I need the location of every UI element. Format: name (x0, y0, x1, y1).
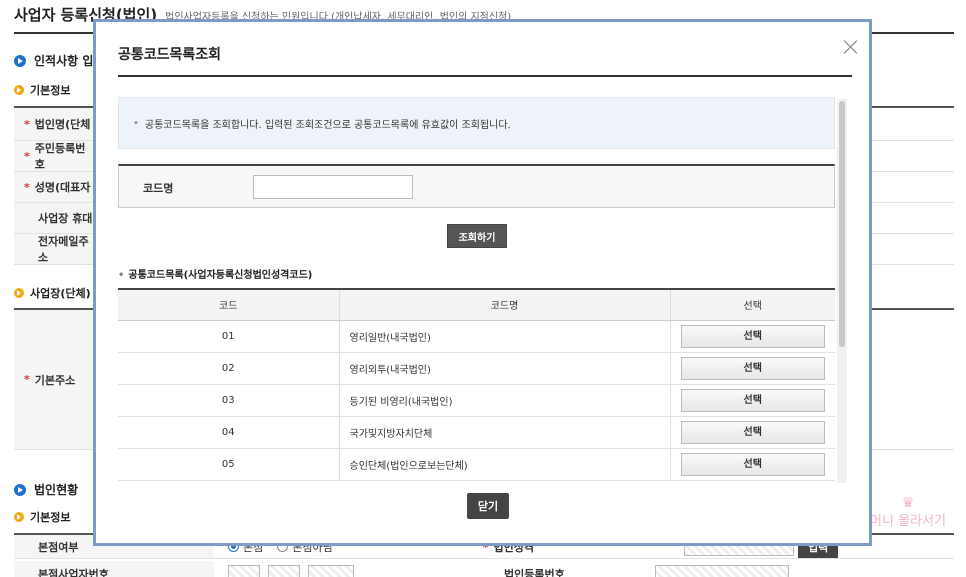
crown-icon: ♛ (901, 495, 915, 511)
modal-scroll-area: • 공통코드목록을 조회합니다. 입력된 조회조건으로 공통코드목록에 유효값이… (118, 97, 852, 481)
cell-code (118, 480, 339, 481)
subsection-title: 기본정보 (30, 511, 71, 524)
select-button[interactable]: 선택 (680, 388, 825, 412)
cell-select: 선택 (669, 480, 835, 481)
select-button[interactable]: 선택 (680, 420, 825, 444)
column-header-code-name: 코드명 (338, 288, 670, 321)
form-label-text: 법인명(단체 (34, 118, 91, 131)
form-label-text: 성명(대표자 (34, 181, 91, 194)
select-button[interactable]: 선택 (680, 356, 825, 380)
cell-code: 05 (118, 448, 339, 481)
list-title-text: 공통코드목록(사업자등록신청법인성격코드) (128, 270, 313, 281)
section-bullet-icon (14, 483, 26, 496)
section-bullet-icon (14, 54, 26, 67)
subsection-basic-info: 기본정보 (14, 82, 70, 98)
cell-select: 선택 (669, 320, 835, 353)
cell-code-name: 승인단체(법인으로보는단체) (338, 448, 670, 481)
cell-select: 선택 (669, 416, 835, 449)
watermark-logo: ♛ 머니 올라서기 (858, 496, 958, 536)
form-label-text: 전자메일주소 (38, 235, 89, 264)
cell-code: 04 (118, 416, 339, 449)
code-name-input[interactable] (253, 175, 413, 199)
cell-select: 선택 (669, 352, 835, 385)
form-row-biz-no: 본점사업자번호 법인등록번호 (14, 561, 954, 577)
form-label: * 기본주소 (14, 310, 94, 449)
table-row: 04 국가및지방자치단체 선택 (118, 416, 835, 449)
cell-code-name: 등기된 비영리(내국법인) (338, 384, 670, 417)
form-label: 전자메일주소 (14, 234, 94, 264)
select-button[interactable]: 선택 (680, 452, 825, 476)
watermark-text: 머니 올라서기 (870, 514, 946, 529)
subsection-title: 사업장(단체) (30, 287, 91, 300)
table-header-row: 코드 코드명 선택 (118, 288, 835, 321)
subsection-bullet-icon (14, 288, 24, 298)
modal-title: 공통코드목록조회 (118, 47, 222, 63)
subsection-basic-info-2: 기본정보 (14, 509, 70, 525)
subsection-bullet-icon (14, 85, 24, 95)
cell-select: 선택 (669, 384, 835, 417)
column-header-code: 코드 (118, 288, 339, 321)
section-corporation-status: 법인현황 (14, 481, 78, 498)
form-label: * 성명(대표자 (14, 172, 94, 202)
subsection-title: 기본정보 (30, 84, 71, 97)
section-title: 법인현황 (34, 483, 79, 497)
biz-no-field-1[interactable] (228, 564, 260, 577)
required-mark: * (24, 149, 30, 163)
search-label: 코드명 (143, 182, 174, 195)
form-label-text: 사업장 휴대 (38, 212, 93, 225)
cell-code: 03 (118, 384, 339, 417)
info-text: 공통코드목록을 조회합니다. 입력된 조회조건으로 공통코드목록에 유효값이 조… (144, 119, 511, 131)
info-box: • 공통코드목록을 조회합니다. 입력된 조회조건으로 공통코드목록에 유효값이… (118, 97, 835, 149)
section-title: 인적사항 입 (34, 54, 94, 68)
close-button[interactable]: 닫기 (467, 493, 509, 519)
code-table: 코드 코드명 선택 01 영리일반(내국법인) 선택 02 영리외투(내국법인)… (118, 288, 835, 481)
bullet-icon: • (118, 270, 125, 281)
required-mark: * (24, 373, 30, 386)
scrollbar-thumb[interactable] (839, 101, 845, 347)
subsection-bullet-icon (14, 512, 24, 522)
table-row: 03 등기된 비영리(내국법인) 선택 (118, 384, 835, 417)
form-label: * 주민등록번호 (14, 141, 94, 171)
cell-code: 01 (118, 320, 339, 353)
table-row: 02 영리외투(내국법인) 선택 (118, 352, 835, 385)
table-row: 05 승인단체(법인으로보는단체) 선택 (118, 448, 835, 481)
cell-select: 선택 (669, 448, 835, 481)
column-header-select: 선택 (669, 288, 835, 321)
required-mark: * (24, 117, 30, 131)
form-label-text: 주민등록번호 (34, 142, 86, 171)
form-label: 사업장 휴대 (14, 203, 94, 233)
corp-reg-no-field[interactable] (654, 564, 789, 577)
cell-code-name: 영리외투(내국법인) (338, 352, 670, 385)
biz-no-field-2[interactable] (268, 564, 300, 577)
form-label: * 법인명(단체 (14, 108, 94, 140)
modal-scrollbar[interactable] (837, 99, 847, 483)
close-icon[interactable] (844, 40, 858, 54)
table-row: 선택 (118, 480, 835, 481)
select-button[interactable]: 선택 (680, 324, 825, 348)
code-list-modal: 공통코드목록조회 • 공통코드목록을 조회합니다. 입력된 조회조건으로 공통코… (93, 19, 872, 546)
form-label-corp-reg-no: 법인등록번호 (504, 567, 565, 577)
bullet-icon: • (133, 117, 139, 129)
section-personal-info: 인적사항 입 (14, 52, 93, 69)
cell-code-name (338, 480, 670, 481)
biz-no-field-3[interactable] (308, 564, 354, 577)
required-mark: * (24, 180, 30, 194)
subsection-business-place: 사업장(단체) (14, 285, 91, 301)
cell-code-name: 영리일반(내국법인) (338, 320, 670, 353)
search-button[interactable]: 조회하기 (447, 224, 507, 248)
list-title: • 공통코드목록(사업자등록신청법인성격코드) (118, 266, 312, 281)
search-box: 코드명 (118, 164, 835, 208)
cell-code: 02 (118, 352, 339, 385)
form-label-text: 기본주소 (34, 373, 76, 387)
modal-title-divider (118, 75, 852, 77)
table-row: 01 영리일반(내국법인) 선택 (118, 320, 835, 353)
cell-code-name: 국가및지방자치단체 (338, 416, 670, 449)
form-label: 본점사업자번호 (14, 561, 214, 577)
